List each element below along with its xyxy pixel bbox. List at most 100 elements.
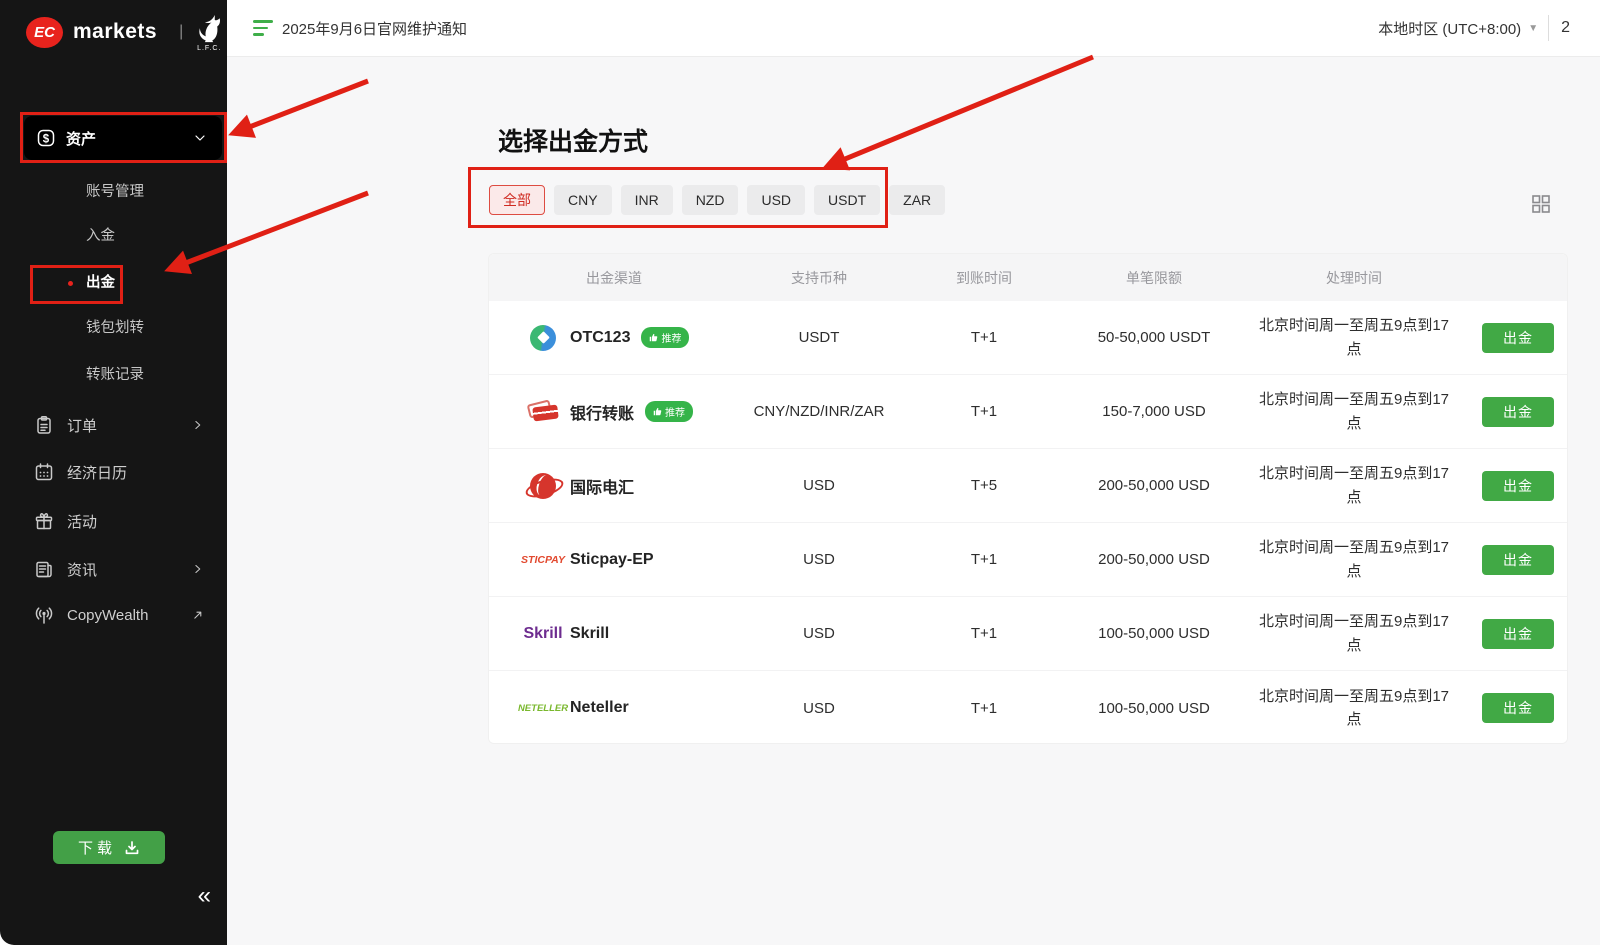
limit: 100-50,000 USD xyxy=(1069,700,1239,717)
topbar-divider xyxy=(1548,15,1549,41)
withdraw-methods-table: 出金渠道 支持币种 到账时间 单笔限额 处理时间 OTC123 推荐 USDT … xyxy=(488,253,1568,744)
withdraw-button[interactable]: 出金 xyxy=(1482,397,1554,427)
processing-time: 北京时间周一至周五9点到17点 xyxy=(1252,610,1457,657)
table-header-row: 出金渠道 支持币种 到账时间 单笔限额 处理时间 xyxy=(489,254,1567,301)
international-wire-logo-icon xyxy=(527,473,559,499)
external-link-icon xyxy=(191,608,205,622)
brand-logo[interactable]: EC markets | L.F.C. xyxy=(26,12,223,52)
grid-view-icon[interactable] xyxy=(1530,193,1552,215)
sidebar-item-promotions[interactable]: 活动 xyxy=(34,507,205,535)
broadcast-icon xyxy=(34,605,54,625)
header-limit: 单笔限额 xyxy=(1069,268,1239,288)
currencies: USD xyxy=(739,625,899,642)
sidebar-item-wallet-transfer[interactable]: 钱包划转 xyxy=(86,314,144,342)
table-row: 国际电汇 USD T+5 200-50,000 USD 北京时间周一至周五9点到… xyxy=(489,449,1567,523)
arrival-time: T+1 xyxy=(899,551,1069,568)
currency-filter-bar: 全部 CNY INR NZD USD USDT ZAR xyxy=(489,185,945,215)
processing-time: 北京时间周一至周五9点到17点 xyxy=(1252,685,1457,732)
download-icon xyxy=(124,840,140,856)
withdraw-button[interactable]: 出金 xyxy=(1482,323,1554,353)
currencies: USD xyxy=(739,551,899,568)
arrival-time: T+5 xyxy=(899,477,1069,494)
newspaper-icon xyxy=(34,559,54,579)
timezone-selector[interactable]: 本地时区 (UTC+8:00) xyxy=(1378,18,1521,39)
limit: 200-50,000 USD xyxy=(1069,477,1239,494)
processing-time: 北京时间周一至周五9点到17点 xyxy=(1252,536,1457,583)
skrill-logo: Skrill xyxy=(527,625,559,643)
header-channel: 出金渠道 xyxy=(489,268,739,288)
gift-icon xyxy=(34,511,54,531)
arrival-time: T+1 xyxy=(899,625,1069,642)
sidebar-item-economic-calendar[interactable]: 经济日历 xyxy=(34,458,205,486)
currencies: USD xyxy=(739,477,899,494)
download-button[interactable]: 下载 xyxy=(53,831,165,864)
table-row: OTC123 推荐 USDT T+1 50-50,000 USDT 北京时间周一… xyxy=(489,301,1567,375)
withdraw-button[interactable]: 出金 xyxy=(1482,693,1554,723)
channel-name: 国际电汇 xyxy=(570,474,634,498)
sidebar-item-news[interactable]: 资讯 xyxy=(34,555,205,583)
liver-bird-icon xyxy=(195,14,223,44)
filter-chip-zar[interactable]: ZAR xyxy=(889,185,945,215)
otc123-logo-icon xyxy=(527,325,559,351)
table-row: 银行转账 推荐 CNY/NZD/INR/ZAR T+1 150-7,000 US… xyxy=(489,375,1567,449)
bank-transfer-logo-icon xyxy=(527,399,559,425)
withdraw-button[interactable]: 出金 xyxy=(1482,471,1554,501)
clock-text: 2 xyxy=(1561,19,1570,37)
thumbs-up-icon xyxy=(653,407,662,416)
caret-down-icon: ▼ xyxy=(1528,23,1538,34)
table-row: NETELLER Neteller USD T+1 100-50,000 USD… xyxy=(489,671,1567,744)
withdraw-button[interactable]: 出金 xyxy=(1482,619,1554,649)
currencies: USDT xyxy=(739,329,899,346)
arrival-time: T+1 xyxy=(899,329,1069,346)
filter-chip-all[interactable]: 全部 xyxy=(489,185,545,215)
sidebar-item-account-management[interactable]: 账号管理 xyxy=(86,178,144,206)
table-row: STICPAY Sticpay-EP USD T+1 200-50,000 US… xyxy=(489,523,1567,597)
active-dot xyxy=(68,281,73,286)
sidebar-item-withdraw[interactable]: 出金 xyxy=(86,269,115,297)
sidebar-item-label: 资产 xyxy=(66,128,96,149)
processing-time: 北京时间周一至周五9点到17点 xyxy=(1252,314,1457,361)
dollar-icon: $ xyxy=(36,128,56,148)
logo-divider: | xyxy=(179,23,183,41)
recommended-badge: 推荐 xyxy=(641,327,689,348)
sidebar-item-orders[interactable]: 订单 xyxy=(34,411,205,439)
sidebar-item-deposit[interactable]: 入金 xyxy=(86,222,115,250)
withdraw-button[interactable]: 出金 xyxy=(1482,545,1554,575)
filter-chip-cny[interactable]: CNY xyxy=(554,185,612,215)
svg-text:$: $ xyxy=(43,133,50,145)
filter-chip-usd[interactable]: USD xyxy=(747,185,805,215)
recommended-badge: 推荐 xyxy=(645,401,693,422)
sidebar-item-assets[interactable]: $ 资产 xyxy=(24,116,222,160)
processing-time: 北京时间周一至周五9点到17点 xyxy=(1252,462,1457,509)
filter-chip-inr[interactable]: INR xyxy=(621,185,673,215)
filter-chip-nzd[interactable]: NZD xyxy=(682,185,739,215)
markets-wordmark: markets xyxy=(73,20,157,44)
announcement-icon xyxy=(253,20,273,36)
neteller-logo: NETELLER xyxy=(527,703,559,714)
chevron-right-icon xyxy=(191,562,205,576)
ec-logo-icon: EC xyxy=(26,17,63,48)
channel-name: Neteller xyxy=(570,699,629,717)
arrival-time: T+1 xyxy=(899,403,1069,420)
collapse-sidebar-icon[interactable]: « xyxy=(198,882,211,910)
table-row: Skrill Skrill USD T+1 100-50,000 USD 北京时… xyxy=(489,597,1567,671)
channel-name: Sticpay-EP xyxy=(570,551,654,569)
maintenance-notice[interactable]: 2025年9月6日官网维护通知 xyxy=(253,18,467,39)
arrival-time: T+1 xyxy=(899,700,1069,717)
header-arrival: 到账时间 xyxy=(899,268,1069,288)
limit: 100-50,000 USD xyxy=(1069,625,1239,642)
calendar-icon xyxy=(34,462,54,482)
limit: 150-7,000 USD xyxy=(1069,403,1239,420)
processing-time: 北京时间周一至周五9点到17点 xyxy=(1252,388,1457,435)
page-title: 选择出金方式 xyxy=(498,122,648,158)
header-processing: 处理时间 xyxy=(1239,268,1469,288)
currencies: USD xyxy=(739,700,899,717)
channel-name: OTC123 xyxy=(570,329,630,347)
filter-chip-usdt[interactable]: USDT xyxy=(814,185,880,215)
limit: 50-50,000 USDT xyxy=(1069,329,1239,346)
main-content: 选择出金方式 全部 CNY INR NZD USD USDT ZAR 出金渠道 … xyxy=(227,57,1600,945)
sidebar-item-transfer-records[interactable]: 转账记录 xyxy=(86,361,144,389)
channel-name: 银行转账 xyxy=(570,400,634,424)
sidebar-item-copywealth[interactable]: CopyWealth xyxy=(34,601,205,629)
header-currencies: 支持币种 xyxy=(739,268,899,288)
